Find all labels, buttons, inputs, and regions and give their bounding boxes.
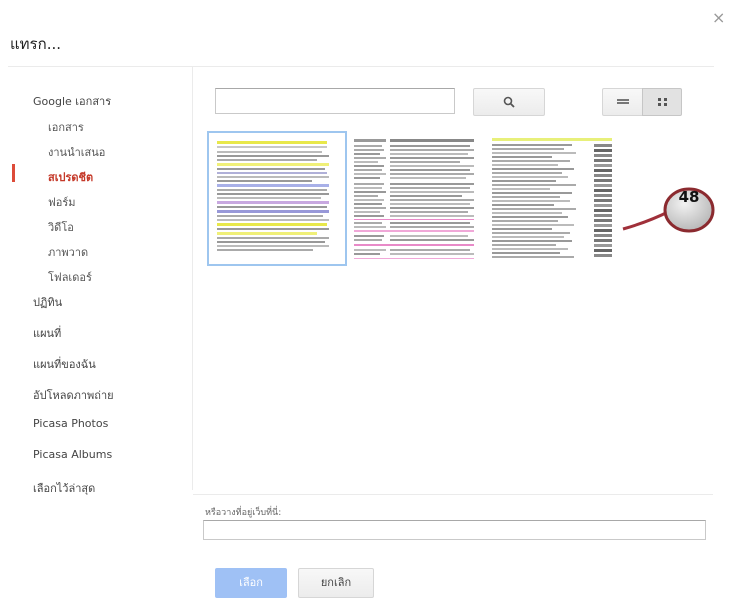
sidebar-item-drawings[interactable]: ภาพวาด (48, 243, 88, 261)
url-label: หรือวางที่อยู่เว็บที่นี่: (205, 508, 282, 518)
file-thumbnail[interactable] (352, 136, 476, 262)
search-input[interactable] (215, 88, 455, 114)
sidebar-item-maps[interactable]: แผนที่ (33, 324, 61, 342)
file-thumbnail[interactable] (207, 131, 347, 266)
url-input[interactable] (203, 520, 706, 540)
cancel-button[interactable]: ยกเลิก (298, 568, 374, 598)
sidebar-item-my-maps[interactable]: แผนที่ของฉัน (33, 355, 96, 373)
sidebar-item-recently-selected[interactable]: เลือกไว้ล่าสุด (33, 479, 95, 497)
spreadsheet-preview-image (352, 136, 476, 262)
grid-view-button[interactable] (642, 88, 682, 116)
sidebar-group-google-docs[interactable]: Google เอกสาร (33, 92, 111, 110)
sidebar-item-documents[interactable]: เอกสาร (48, 118, 84, 136)
sidebar-item-upload-photos[interactable]: อัปโหลดภาพถ่าย (33, 386, 114, 404)
select-button[interactable]: เลือก (215, 568, 287, 598)
sidebar-item-presentations[interactable]: งานนำเสนอ (48, 143, 105, 161)
spreadsheet-preview-image (490, 136, 614, 262)
footer-divider (193, 494, 713, 495)
spreadsheet-preview-image (209, 133, 345, 264)
grid-view-icon (658, 98, 667, 106)
list-view-icon (617, 99, 629, 104)
close-icon[interactable]: × (712, 8, 725, 27)
sidebar-divider (192, 66, 193, 490)
callout-bubble (622, 187, 715, 233)
sidebar-item-picasa-albums[interactable]: Picasa Albums (33, 448, 112, 461)
search-button[interactable] (473, 88, 545, 116)
sidebar-item-calendar[interactable]: ปฏิทิน (33, 293, 62, 311)
sidebar-item-picasa-photos[interactable]: Picasa Photos (33, 417, 108, 430)
sidebar-item-spreadsheets[interactable]: สเปรดชีต (48, 168, 93, 186)
callout-number: 48 (678, 188, 700, 206)
search-icon (503, 96, 515, 108)
file-thumbnail[interactable] (490, 136, 614, 262)
dialog-title: แทรก... (10, 35, 61, 53)
sidebar-item-forms[interactable]: ฟอร์ม (48, 193, 76, 211)
sidebar-item-folders[interactable]: โฟลเดอร์ (48, 268, 92, 286)
list-view-button[interactable] (602, 88, 642, 116)
active-marker (12, 164, 15, 182)
sidebar-item-videos[interactable]: วิดีโอ (48, 218, 74, 236)
